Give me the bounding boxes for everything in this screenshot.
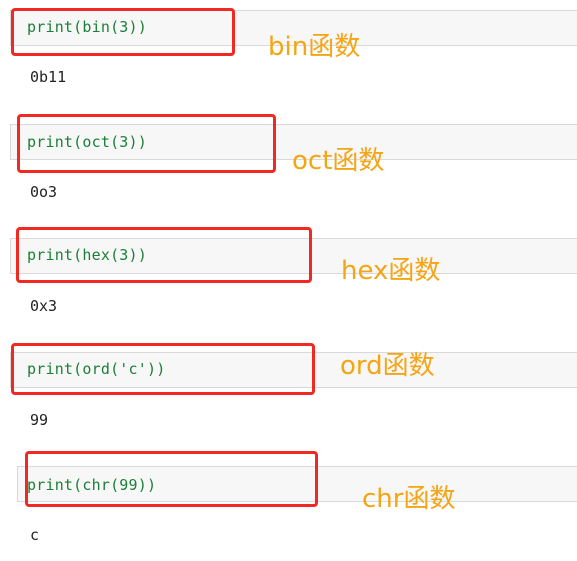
output-oct: 0o3 [30,183,58,201]
annotation-ord: ord函数 [340,351,435,381]
highlight-box-hex [16,227,312,283]
highlight-box-chr [25,451,318,507]
highlight-box-ord [11,343,315,395]
annotation-hex: hex函数 [341,256,441,286]
highlight-box-oct [17,114,276,173]
output-bin: 0b11 [30,68,67,86]
annotation-oct: oct函数 [292,146,385,176]
output-hex: 0x3 [30,297,58,315]
annotation-bin: bin函数 [268,32,361,62]
output-ord: 99 [30,411,49,429]
highlight-box-bin [11,8,235,56]
annotation-chr: chr函数 [362,484,456,514]
output-chr: c [30,526,40,544]
